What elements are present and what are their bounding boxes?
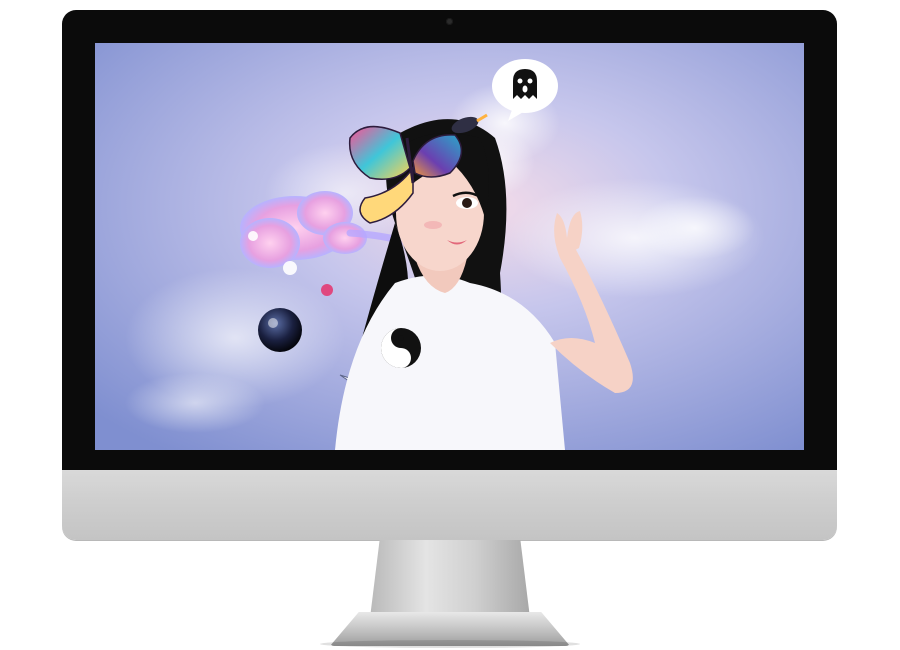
monitor-screen [95,43,804,450]
yin-yang-icon [381,328,421,368]
desktop-monitor [62,10,837,540]
ghost-icon [513,69,537,99]
dark-planet [258,308,302,352]
pink-orb [321,284,333,296]
monitor-chin [62,470,837,540]
monitor-stand-shadow [320,640,580,648]
wallpaper-illustration [95,43,804,450]
camera-icon [446,18,453,25]
monitor-bezel [62,10,837,470]
monitor-stand-neck [370,540,530,618]
